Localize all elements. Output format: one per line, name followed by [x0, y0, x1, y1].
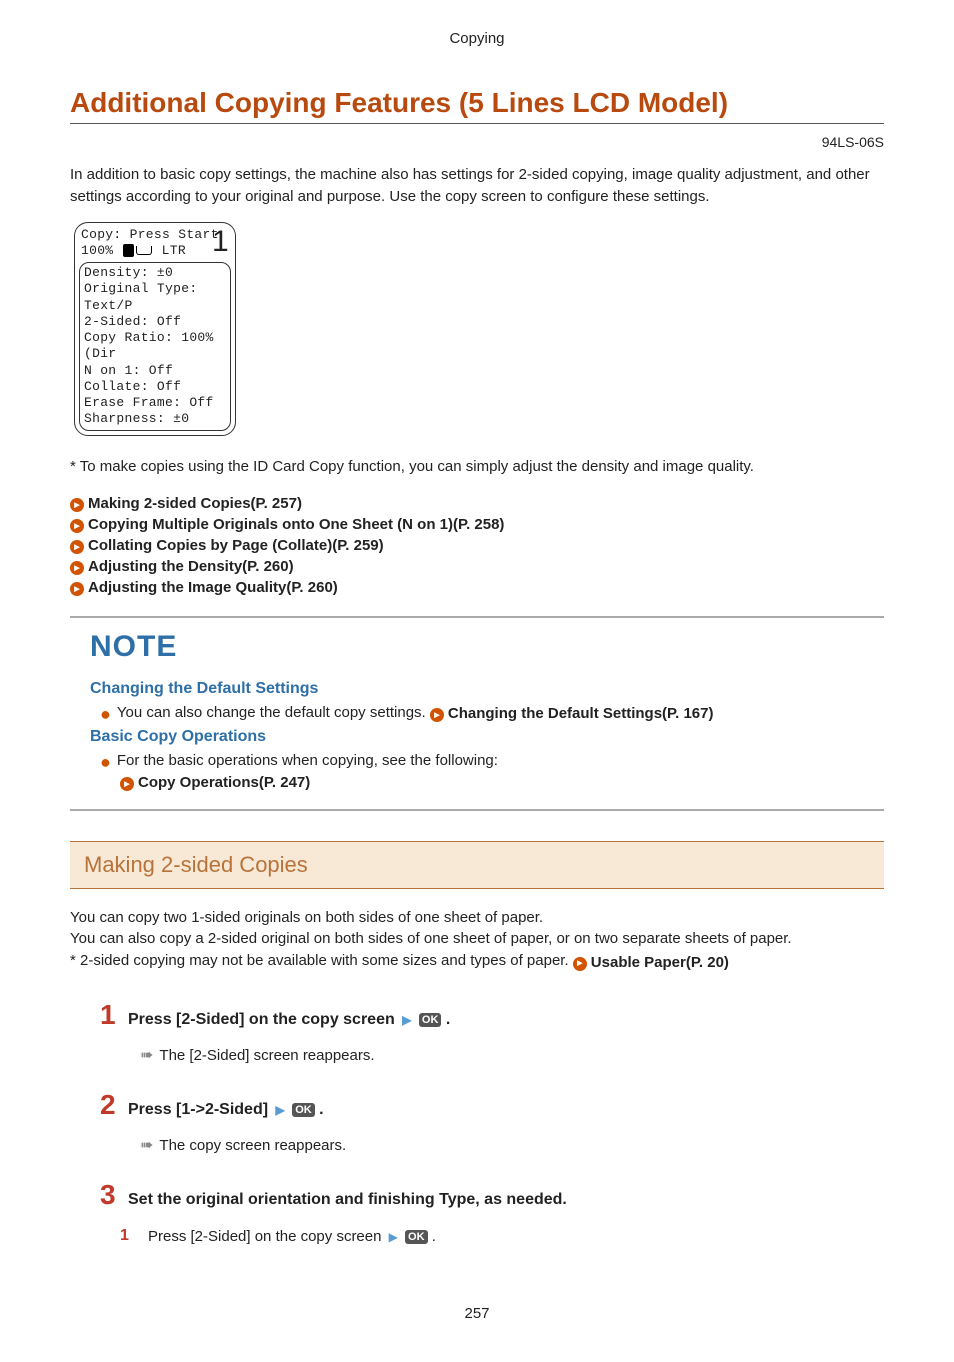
step-number: 3: [100, 1179, 128, 1211]
running-header: Copying: [70, 30, 884, 47]
step-2-result: ➠ The copy screen reappears.: [140, 1135, 884, 1155]
section-body-line: You can also copy a 2-sided original on …: [70, 928, 884, 950]
cassette-icon: [123, 244, 134, 257]
sub-step-1: 1 Press [2-Sided] on the copy screen ▶ O…: [120, 1227, 884, 1245]
lcd-screenshot: Copy: Press Start 100% LTR 1 Density: ±0…: [74, 222, 236, 436]
section-body-line: You can copy two 1-sided originals on bo…: [70, 907, 884, 929]
toc-link[interactable]: Copying Multiple Originals onto One Shee…: [70, 516, 884, 533]
note-line: ● For the basic operations when copying,…: [100, 752, 864, 769]
document-code: 94LS-06S: [70, 134, 884, 150]
toc-link[interactable]: Adjusting the Density(P. 260): [70, 558, 884, 575]
page-number: 257: [70, 1305, 884, 1322]
lcd-line-2: 100% LTR: [81, 243, 229, 259]
note-subheading-defaults: Changing the Default Settings: [90, 680, 864, 698]
arrow-icon: ➠: [140, 1135, 153, 1155]
triangle-icon: ▶: [402, 1013, 411, 1027]
note-text: You can also change the default copy set…: [117, 704, 430, 721]
arrow-icon: ➠: [140, 1045, 153, 1065]
link-copy-operations[interactable]: Copy Operations(P. 247): [120, 774, 310, 791]
section-heading-2sided: Making 2-sided Copies: [70, 841, 884, 889]
note-block: NOTE Changing the Default Settings ● You…: [70, 616, 884, 811]
play-icon: [70, 561, 84, 575]
tray-icon: [136, 246, 152, 255]
step-1: 1 Press [2-Sided] on the copy screen ▶ O…: [100, 999, 884, 1031]
note-line: ● You can also change the default copy s…: [100, 704, 864, 722]
play-icon: [573, 957, 587, 971]
step-number: 2: [100, 1089, 128, 1121]
note-subheading-basic: Basic Copy Operations: [90, 728, 864, 746]
link-default-settings[interactable]: Changing the Default Settings(P. 167): [430, 705, 714, 722]
lcd-copy-count: 1: [212, 223, 229, 261]
lcd-row: 2-Sided: Off: [84, 314, 226, 330]
play-icon: [70, 498, 84, 512]
toc-links: Making 2-sided Copies(P. 257) Copying Mu…: [70, 495, 884, 596]
step-1-result: ➠ The [2-Sided] screen reappears.: [140, 1045, 884, 1065]
lcd-row: Collate: Off: [84, 379, 226, 395]
toc-link[interactable]: Adjusting the Image Quality(P. 260): [70, 579, 884, 596]
lcd-menu: Density: ±0 Original Type: Text/P 2-Side…: [79, 262, 231, 431]
lcd-row: N on 1: Off: [84, 363, 226, 379]
bullet-icon: ●: [100, 755, 111, 769]
note-text: For the basic operations when copying, s…: [117, 752, 498, 769]
section-body: You can copy two 1-sided originals on bo…: [70, 907, 884, 974]
note-link-row: Copy Operations(P. 247): [120, 773, 864, 791]
step-text: Set the original orientation and finishi…: [128, 1191, 567, 1209]
sub-step-number: 1: [120, 1227, 148, 1245]
lcd-row: Erase Frame: Off: [84, 395, 226, 411]
sub-step-text: Press [2-Sided] on the copy screen: [148, 1228, 381, 1245]
ok-key-icon: OK: [419, 1013, 442, 1027]
step-3: 3 Set the original orientation and finis…: [100, 1179, 884, 1211]
lcd-row: Density: ±0: [84, 265, 226, 281]
play-icon: [70, 519, 84, 533]
section-body-line: * 2-sided copying may not be available w…: [70, 950, 884, 973]
step-number: 1: [100, 999, 128, 1031]
ok-key-icon: OK: [405, 1230, 428, 1244]
lcd-line-1: Copy: Press Start: [81, 227, 229, 243]
toc-link[interactable]: Making 2-sided Copies(P. 257): [70, 495, 884, 512]
play-icon: [430, 708, 444, 722]
id-card-note: * To make copies using the ID Card Copy …: [70, 458, 884, 475]
step-text: Press [2-Sided] on the copy screen: [128, 1011, 395, 1028]
play-icon: [70, 540, 84, 554]
intro-paragraph: In addition to basic copy settings, the …: [70, 164, 884, 208]
step-text: Press [1->2-Sided]: [128, 1101, 268, 1118]
page-title: Additional Copying Features (5 Lines LCD…: [70, 87, 884, 124]
link-usable-paper[interactable]: Usable Paper(P. 20): [573, 952, 729, 974]
ok-key-icon: OK: [292, 1103, 315, 1117]
lcd-row: Copy Ratio: 100% (Dir: [84, 330, 226, 363]
lcd-row: Sharpness: ±0: [84, 411, 226, 427]
play-icon: [120, 777, 134, 791]
play-icon: [70, 582, 84, 596]
triangle-icon: ▶: [389, 1230, 398, 1244]
triangle-icon: ▶: [276, 1103, 285, 1117]
step-2: 2 Press [1->2-Sided] ▶ OK .: [100, 1089, 884, 1121]
toc-link[interactable]: Collating Copies by Page (Collate)(P. 25…: [70, 537, 884, 554]
note-heading: NOTE: [90, 630, 864, 664]
bullet-icon: ●: [100, 707, 111, 721]
lcd-row: Original Type: Text/P: [84, 281, 226, 314]
